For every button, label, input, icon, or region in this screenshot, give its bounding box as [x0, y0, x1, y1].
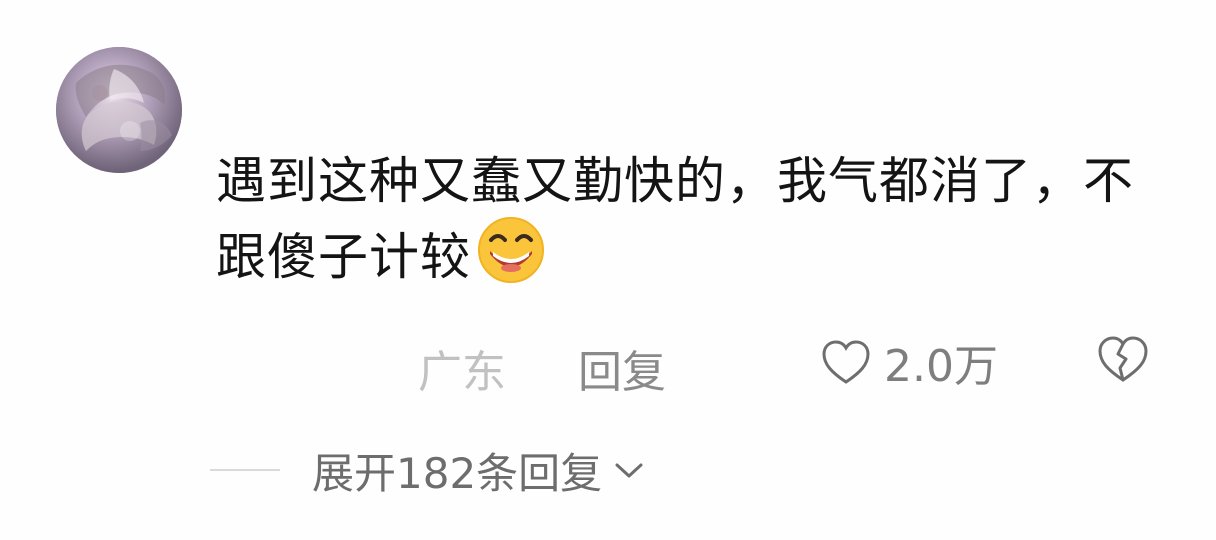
expand-replies-label: 展开182条回复	[312, 448, 603, 498]
avatar[interactable]	[56, 47, 182, 173]
chevron-down-icon	[615, 463, 643, 478]
comment-text: 遇到这种又蠢又勤快的，我气都消了，不跟傻子计较	[216, 150, 1146, 288]
grinning-face-emoji-icon	[473, 212, 549, 288]
like-button[interactable]: 2.0万	[820, 334, 998, 392]
reply-divider	[210, 469, 280, 471]
dislike-button[interactable]	[1096, 334, 1150, 384]
like-count: 2.0万	[884, 341, 998, 392]
comment-body: 遇到这种又蠢又勤快的，我气都消了，不跟傻子计较	[216, 152, 1134, 286]
heart-outline-icon	[822, 340, 870, 384]
avatar-image	[56, 47, 182, 173]
expand-replies-button[interactable]: 展开182条回复	[210, 440, 646, 500]
reply-button[interactable]: 回复	[578, 336, 666, 400]
location-label: 广东	[418, 347, 506, 398]
broken-heart-outline-icon	[1098, 336, 1148, 382]
